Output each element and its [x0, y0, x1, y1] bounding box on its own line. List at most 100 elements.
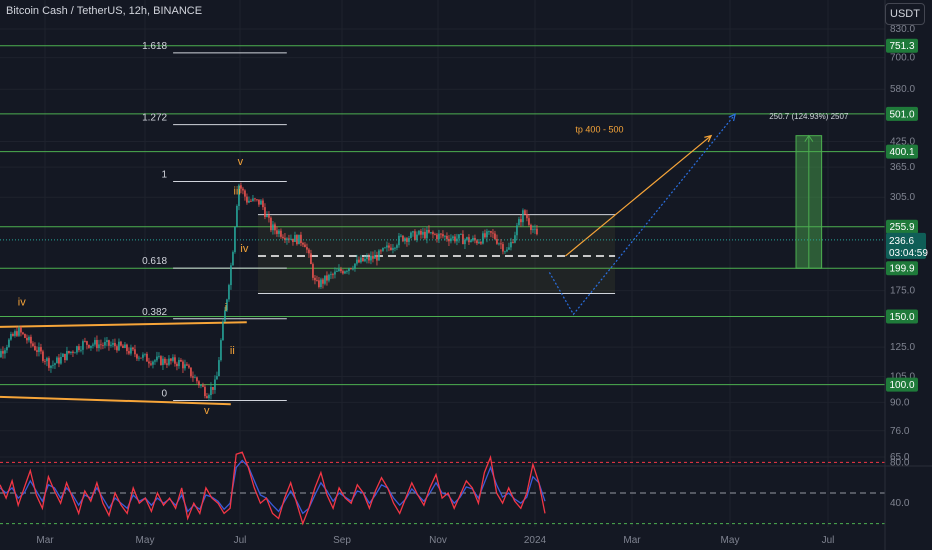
candle-body — [292, 238, 294, 242]
candle-body — [150, 363, 152, 365]
candle-body — [2, 351, 4, 354]
candle-body — [364, 258, 366, 262]
candle-body — [54, 363, 56, 365]
candle-body — [12, 333, 14, 336]
candle-body — [346, 271, 348, 272]
candle-body — [480, 242, 482, 244]
candle-body — [440, 233, 442, 235]
candle-body — [494, 233, 496, 240]
candle-body — [268, 215, 270, 218]
candle-body — [424, 231, 426, 239]
candle-body — [228, 285, 230, 300]
candle-body — [502, 244, 504, 252]
candle-body — [514, 235, 516, 243]
candle-body — [534, 228, 536, 230]
candle-body — [120, 341, 122, 346]
candle-body — [32, 343, 34, 346]
price-axis-tick: 365.0 — [890, 162, 915, 173]
candle-body — [116, 346, 118, 351]
candle-body — [142, 354, 144, 358]
candle-body — [382, 247, 384, 251]
candle-body — [46, 358, 48, 362]
candle-body — [426, 229, 428, 239]
candle-body — [318, 280, 320, 288]
candle-body — [486, 231, 488, 238]
current-price-label: 236.6 — [889, 236, 914, 247]
candle-body — [386, 245, 388, 248]
time-axis-tick: Sep — [333, 535, 351, 546]
candle-body — [194, 377, 196, 379]
candle-body — [388, 245, 390, 248]
candle-body — [130, 347, 132, 354]
candle-body — [38, 347, 40, 352]
candle-body — [164, 358, 166, 364]
candle-body — [372, 255, 374, 259]
candle-body — [88, 344, 90, 348]
candle-body — [124, 344, 126, 349]
candle-body — [286, 238, 288, 240]
candle-body — [442, 234, 444, 237]
candle-body — [30, 336, 32, 344]
candle-body — [472, 237, 474, 241]
candle-body — [334, 271, 336, 275]
candle-body — [6, 347, 8, 351]
time-axis-tick: Jul — [234, 535, 247, 546]
candle-body — [144, 353, 146, 355]
candle-body — [498, 243, 500, 245]
candle-body — [308, 249, 310, 254]
candle-body — [232, 252, 234, 266]
candle-body — [270, 217, 272, 231]
candle-body — [140, 357, 142, 359]
candle-body — [392, 248, 394, 250]
price-chart[interactable]: Mar May Jul Sep Nov 2024 Mar May Jul 830.0 700.0 58… — [0, 0, 932, 550]
candle-body — [186, 364, 188, 366]
candle-body — [298, 234, 300, 245]
price-axis-tick: 76.0 — [890, 426, 910, 437]
price-axis-tick: 700.0 — [890, 53, 915, 64]
candle-body — [312, 264, 314, 278]
rsi-axis-tick: 40.0 — [890, 498, 910, 509]
candle-body — [436, 234, 438, 240]
candle-body — [58, 357, 60, 364]
rsi-axis-tick: 80.0 — [890, 457, 910, 468]
wave-label: iii — [233, 186, 240, 198]
candle-body — [460, 234, 462, 235]
candle-body — [108, 340, 110, 346]
candle-body — [278, 230, 280, 234]
candle-body — [62, 353, 64, 357]
candle-body — [484, 233, 486, 238]
candle-body — [184, 364, 186, 369]
candle-body — [344, 271, 346, 274]
candle-body — [330, 274, 332, 276]
candle-body — [132, 347, 134, 350]
candle-body — [414, 231, 416, 241]
candle-body — [280, 230, 282, 237]
fib-label: 1.618 — [142, 41, 167, 52]
candle-body — [90, 345, 92, 348]
candle-body — [352, 268, 354, 270]
candle-body — [304, 244, 306, 248]
candle-body — [434, 234, 436, 235]
candle-body — [532, 229, 534, 231]
candle-body — [366, 256, 368, 259]
candle-body — [410, 232, 412, 238]
candle-body — [44, 360, 46, 362]
candle-body — [358, 259, 360, 263]
fib-label: 1.272 — [142, 113, 167, 124]
candle-body — [516, 225, 518, 236]
candle-body — [176, 363, 178, 367]
candle-body — [48, 358, 50, 368]
candle-body — [92, 344, 94, 346]
candle-body — [0, 351, 2, 358]
candle-body — [220, 340, 222, 361]
candle-body — [488, 231, 490, 232]
candle-body — [370, 255, 372, 261]
candle-body — [170, 358, 172, 361]
candle-body — [520, 219, 522, 223]
candle-body — [98, 344, 100, 349]
currency-button[interactable]: USDT — [885, 3, 925, 25]
candle-body — [338, 269, 340, 272]
candle-body — [446, 235, 448, 239]
candle-body — [432, 232, 434, 235]
candle-body — [348, 268, 350, 272]
